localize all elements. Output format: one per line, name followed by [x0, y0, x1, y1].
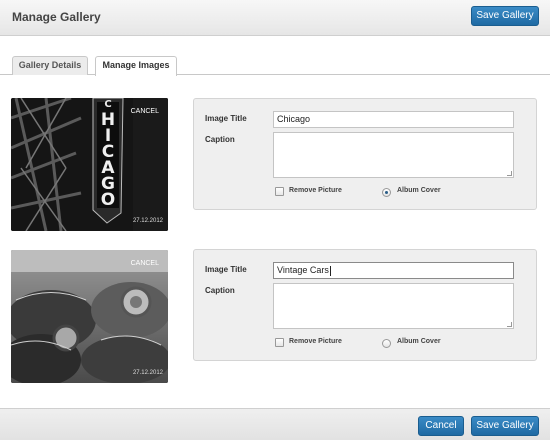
- resize-grip-icon[interactable]: [507, 322, 512, 327]
- tab-manage-images[interactable]: Manage Images: [95, 56, 177, 76]
- image-date: 27.12.2012: [132, 218, 163, 224]
- caption-textarea[interactable]: [273, 283, 514, 329]
- album-cover-radio[interactable]: [382, 339, 391, 348]
- image-title-label: Image Title: [205, 114, 247, 123]
- image-date: 27.12.2012: [132, 370, 163, 376]
- remove-picture-label: Remove Picture: [289, 338, 342, 345]
- remove-picture-label: Remove Picture: [289, 187, 342, 194]
- remove-picture-checkbox[interactable]: [275, 187, 284, 196]
- text-cursor: [329, 265, 331, 276]
- cancel-button[interactable]: Cancel: [418, 416, 464, 436]
- image-title-input[interactable]: Vintage Cars: [273, 262, 514, 279]
- album-cover-radio[interactable]: [382, 188, 391, 197]
- save-gallery-button-bottom[interactable]: Save Gallery: [471, 416, 539, 436]
- sign-letters: H I C A G O: [100, 112, 116, 210]
- remove-picture-checkbox[interactable]: [275, 338, 284, 347]
- page-title: Manage Gallery: [12, 10, 101, 24]
- album-cover-label: Album Cover: [397, 338, 441, 345]
- resize-grip-icon[interactable]: [507, 171, 512, 176]
- chicago-photo: [11, 98, 168, 231]
- image-thumbnail-vintage-cars: CANCEL 27.12.2012: [11, 250, 168, 383]
- caption-label: Caption: [205, 135, 235, 144]
- cancel-image-link[interactable]: CANCEL: [131, 260, 159, 267]
- dialog-header: Manage Gallery: [0, 0, 550, 36]
- image-details-panel: Image Title Chicago Caption Remove Pictu…: [193, 98, 537, 210]
- image-title-label: Image Title: [205, 265, 247, 274]
- tab-gallery-details[interactable]: Gallery Details: [12, 56, 88, 75]
- album-cover-label: Album Cover: [397, 187, 441, 194]
- sign-letter: C: [104, 99, 112, 110]
- save-gallery-button-top[interactable]: Save Gallery: [471, 6, 539, 26]
- vintage-cars-photo: [11, 250, 168, 383]
- cancel-image-link[interactable]: CANCEL: [131, 108, 159, 115]
- image-title-input[interactable]: Chicago: [273, 111, 514, 128]
- image-title-value: Vintage Cars: [277, 265, 329, 275]
- image-details-panel: Image Title Vintage Cars Caption Remove …: [193, 249, 537, 361]
- dialog-footer: [0, 408, 550, 440]
- sign-letter: O: [100, 190, 116, 210]
- image-thumbnail-chicago: H I C A G O C CANCEL 27.12.2012: [11, 98, 168, 231]
- caption-label: Caption: [205, 286, 235, 295]
- caption-textarea[interactable]: [273, 132, 514, 178]
